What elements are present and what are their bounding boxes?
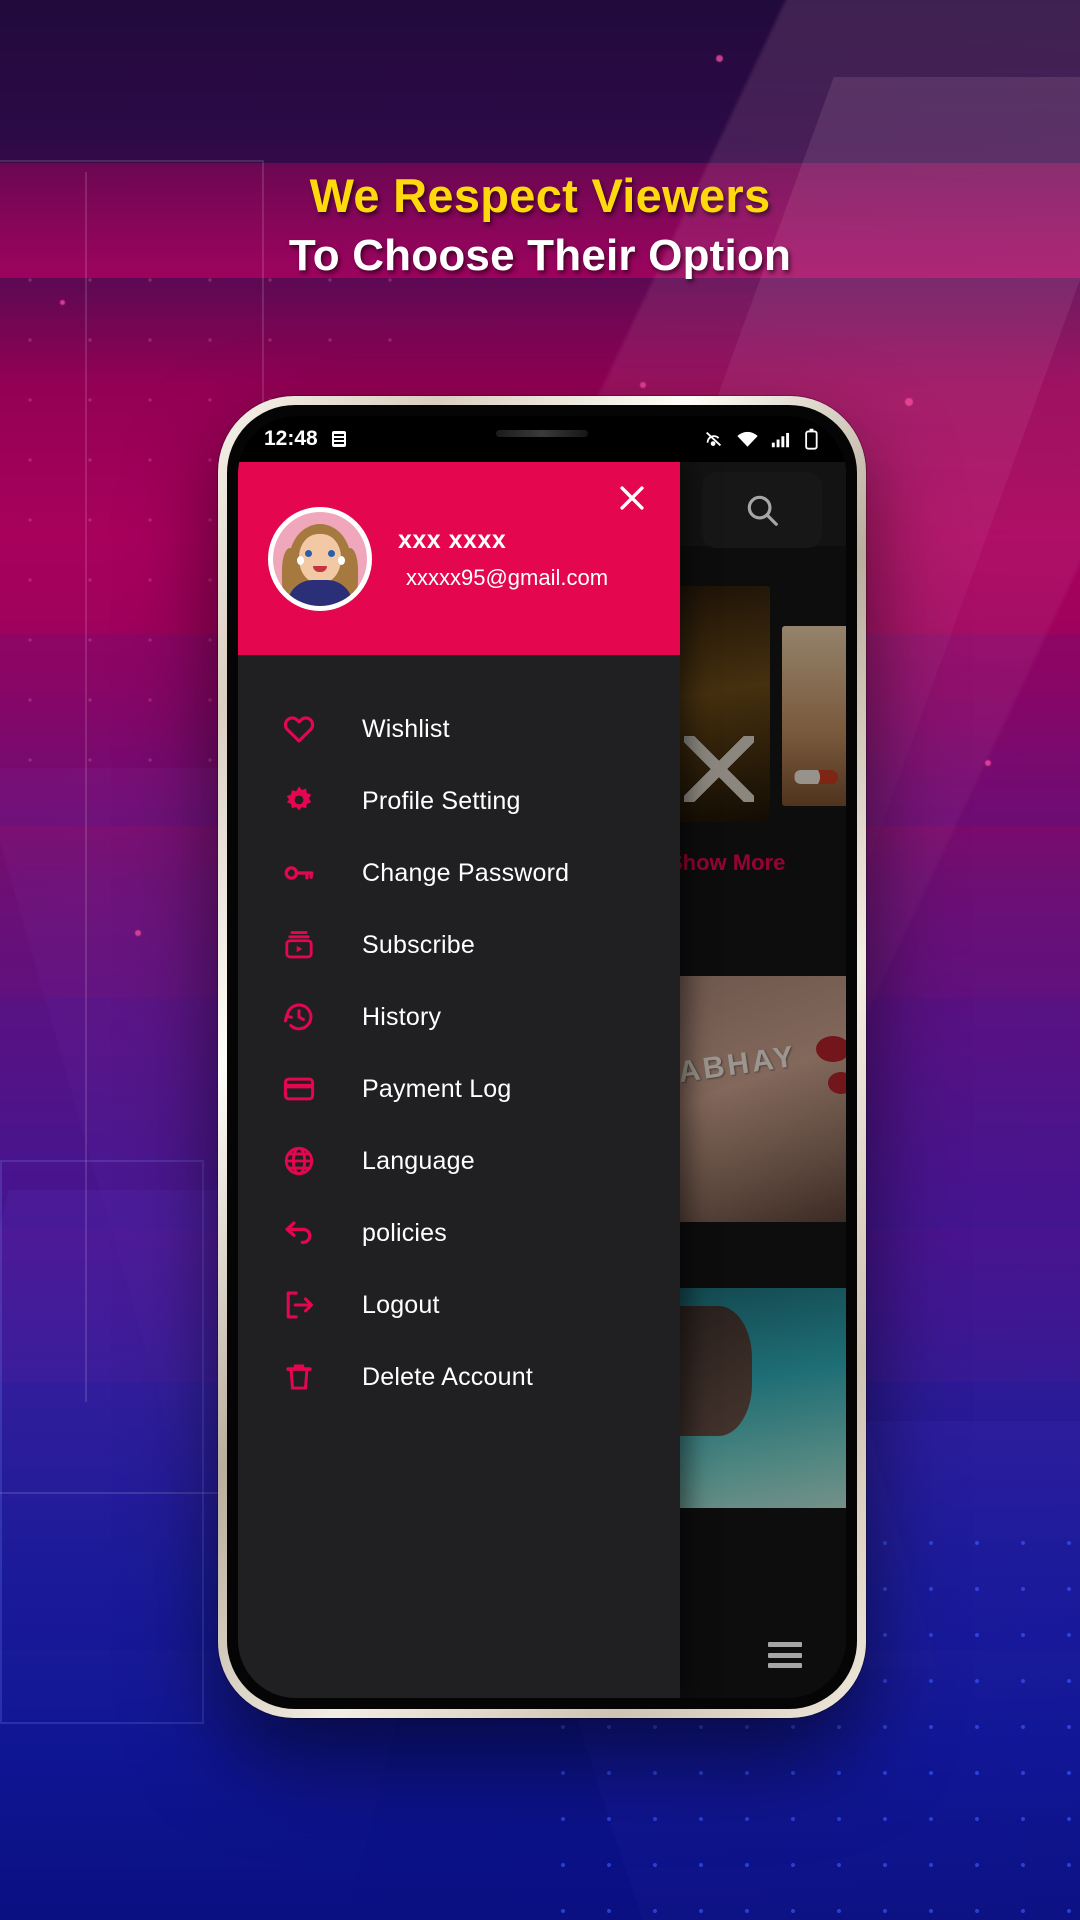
sparkle (60, 300, 65, 305)
menu-item-logout[interactable]: Logout (238, 1269, 680, 1341)
menu-item-label: Subscribe (362, 930, 475, 959)
close-icon (620, 486, 644, 510)
menu-item-language[interactable]: Language (238, 1125, 680, 1197)
status-time: 12:48 (264, 427, 318, 450)
back-arrow-icon (282, 1213, 326, 1253)
avatar-art (305, 549, 312, 557)
menu-item-label: Language (362, 1146, 475, 1175)
menu-item-profile-setting[interactable]: Profile Setting (238, 765, 680, 837)
heart-icon (282, 709, 326, 749)
sparkle (640, 382, 646, 388)
vibrate-icon (706, 431, 722, 447)
earpiece-speaker (496, 430, 588, 437)
trash-icon (282, 1357, 326, 1397)
sparkle (135, 930, 141, 936)
avatar-art (299, 533, 341, 584)
profile-email: xxxxx95@gmail.com (406, 565, 609, 590)
status-bar-right (703, 428, 820, 451)
menu-item-policies[interactable]: policies (238, 1197, 680, 1269)
decorative-frame (0, 1160, 204, 1724)
menu-item-payment-log[interactable]: Payment Log (238, 1053, 680, 1125)
wifi-icon (737, 431, 758, 447)
menu-item-history[interactable]: History (238, 981, 680, 1053)
drawer-scrim[interactable] (680, 462, 846, 1698)
logout-icon (282, 1285, 326, 1325)
sparkle (905, 398, 913, 406)
avatar[interactable] (268, 506, 372, 611)
avatar-art (338, 555, 345, 565)
battery-icon (805, 428, 818, 450)
sparkle (985, 760, 991, 766)
sparkle (716, 55, 723, 62)
menu-item-label: History (362, 1002, 442, 1031)
profile-info: xxx xxxx xxxxx95@gmail.com (398, 526, 608, 591)
menu-item-label: Change Password (362, 858, 570, 887)
navigation-drawer: xxx xxxx xxxxx95@gmail.com Wishlist Prof… (238, 462, 680, 1698)
drawer-menu: Wishlist Profile Setting Change Password… (238, 655, 680, 1698)
status-bar-left: 12:48 (264, 427, 346, 451)
phone-mockup: Show More ABHAY xxx xxxx xxxxx95@gmail.c… (218, 396, 866, 1718)
gear-icon (282, 781, 326, 821)
key-icon (282, 853, 326, 893)
app-notification-icon (331, 431, 346, 447)
close-drawer-button[interactable] (610, 476, 654, 520)
menu-item-label: Wishlist (362, 714, 450, 743)
signal-icon (771, 432, 790, 448)
menu-item-wishlist[interactable]: Wishlist (238, 693, 680, 765)
menu-item-change-password[interactable]: Change Password (238, 837, 680, 909)
menu-item-delete-account[interactable]: Delete Account (238, 1341, 680, 1413)
video-subscribe-icon (282, 925, 326, 965)
menu-item-label: policies (362, 1218, 447, 1247)
avatar-art (297, 555, 304, 565)
drawer-header: xxx xxxx xxxxx95@gmail.com (238, 462, 680, 655)
globe-icon (282, 1141, 326, 1181)
menu-item-label: Profile Setting (362, 786, 521, 815)
menu-item-subscribe[interactable]: Subscribe (238, 909, 680, 981)
avatar-art (328, 549, 335, 557)
phone-screen: Show More ABHAY xxx xxxx xxxxx95@gmail.c… (238, 416, 846, 1698)
credit-card-icon (282, 1069, 326, 1109)
menu-item-label: Delete Account (362, 1362, 533, 1391)
menu-item-label: Payment Log (362, 1074, 512, 1103)
history-clock-icon (282, 997, 326, 1037)
profile-name: xxx xxxx (398, 526, 507, 554)
phone-bezel: Show More ABHAY xxx xxxx xxxxx95@gmail.c… (227, 405, 857, 1709)
menu-item-label: Logout (362, 1290, 440, 1319)
